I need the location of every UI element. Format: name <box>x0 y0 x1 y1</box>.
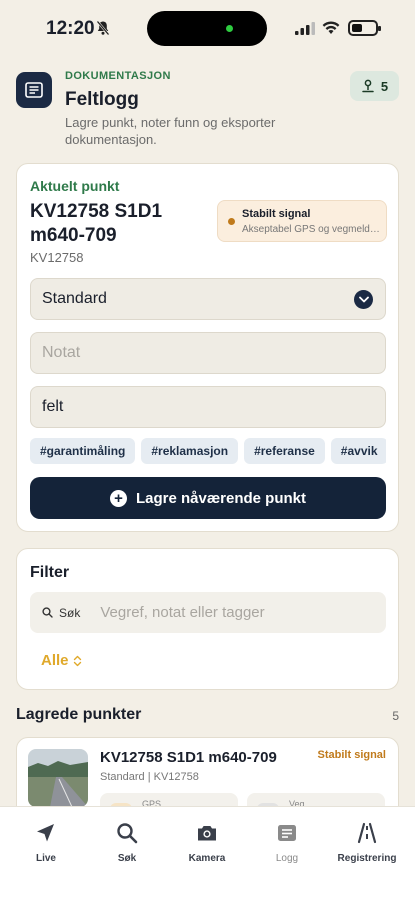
search-icon <box>42 607 53 618</box>
tab-live-label: Live <box>35 853 56 864</box>
tab-camera[interactable]: Kamera <box>167 821 247 864</box>
category-select-value: Standard <box>42 290 107 307</box>
chevron-up-down-icon <box>73 655 81 666</box>
bell-slash-icon <box>96 20 110 36</box>
road-icon <box>357 822 377 844</box>
tag-chip-referanse[interactable]: #referanse <box>244 438 325 464</box>
search-label: Søk <box>59 605 81 620</box>
current-point-title: KV12758 S1D1 m640-709 <box>30 201 163 246</box>
status-bar: 12:20 <box>0 0 415 56</box>
signal-description: Akseptabel GPS og vegmeldinger <box>242 224 382 235</box>
map-pin-icon <box>362 79 374 93</box>
header-eyebrow: DOKUMENTASJON <box>65 70 171 82</box>
saved-count-button[interactable]: 5 <box>350 71 399 101</box>
location-arrow-icon <box>37 824 54 842</box>
signal-dot-icon <box>228 218 235 225</box>
chevron-down-icon <box>354 290 373 309</box>
search-input[interactable]: Søk Vegref, notat eller tagger <box>30 592 386 633</box>
note-field[interactable]: Notat <box>30 332 386 374</box>
tag-chip-garantimaling[interactable]: #garantimåling <box>30 438 136 464</box>
tags-field[interactable]: felt <box>30 386 386 428</box>
filter-title: Filter <box>30 564 70 581</box>
road-photo-thumbnail <box>28 749 88 807</box>
saved-point-title: KV12758 S1D1 m640-709 <box>100 749 277 766</box>
tag-chip-avvik[interactable]: #avvik <box>330 438 386 464</box>
page-title: Feltlogg <box>65 89 139 110</box>
battery-level <box>352 24 362 32</box>
tab-camera-label: Kamera <box>188 853 226 864</box>
tags-field-value: felt <box>42 398 64 415</box>
tab-registration[interactable]: Registrering <box>327 821 407 864</box>
current-point-card: Aktuelt punkt KV12758 S1D1 m640-709 KV12… <box>16 163 399 532</box>
current-point-label: Aktuelt punkt <box>30 178 120 194</box>
save-point-button[interactable]: + Lagre nåværende punkt <box>30 477 386 519</box>
signal-title: Stabilt signal <box>242 208 311 220</box>
tab-live[interactable]: Live <box>6 821 86 864</box>
saved-point-status: Stabilt signal <box>317 749 386 761</box>
wifi-icon <box>322 21 340 34</box>
page-subtitle: Lagre punkt, noter funn og eksporter dok… <box>65 115 276 147</box>
tab-log-label: Logg <box>275 853 299 864</box>
saved-count: 5 <box>380 78 389 94</box>
category-select[interactable]: Standard <box>30 278 386 320</box>
save-point-label: Lagre nåværende punkt <box>135 489 307 507</box>
search-icon <box>117 823 138 844</box>
cellular-signal-icon <box>295 22 315 35</box>
document-icon <box>16 72 52 108</box>
battery-icon <box>348 20 381 36</box>
current-point-subtitle: KV12758 <box>30 250 84 265</box>
camera-indicator-icon <box>226 25 233 32</box>
tab-log[interactable]: Logg <box>247 821 327 864</box>
scope-value: Alle <box>41 652 69 669</box>
tab-bar: Live Søk Kamera Logg Registrering <box>0 806 415 900</box>
camera-icon <box>198 826 216 841</box>
status-time: 12:20 <box>46 18 95 39</box>
list-icon <box>278 825 296 841</box>
saved-points-title: Lagrede punkter <box>16 706 142 723</box>
filter-card: Filter Søk Vegref, notat eller tagger Al… <box>16 548 399 690</box>
tab-search[interactable]: Søk <box>87 821 167 864</box>
tag-chip-reklamasjon[interactable]: #reklamasjon <box>141 438 239 464</box>
scope-dropdown[interactable]: Alle <box>41 652 82 669</box>
tab-search-label: Søk <box>117 853 137 864</box>
saved-points-count: 5 <box>392 709 399 723</box>
saved-point-subtitle: Standard | KV12758 <box>100 771 199 783</box>
search-placeholder: Vegref, notat eller tagger <box>100 604 265 621</box>
tab-registration-label: Registrering <box>337 853 397 864</box>
signal-status-badge: Stabilt signal Akseptabel GPS og vegmeld… <box>217 200 387 242</box>
tag-chips: #garantimåling #reklamasjon #referanse #avv… <box>30 438 386 464</box>
dynamic-island <box>147 11 267 46</box>
plus-icon: + <box>109 489 127 507</box>
note-placeholder: Notat <box>42 344 81 361</box>
